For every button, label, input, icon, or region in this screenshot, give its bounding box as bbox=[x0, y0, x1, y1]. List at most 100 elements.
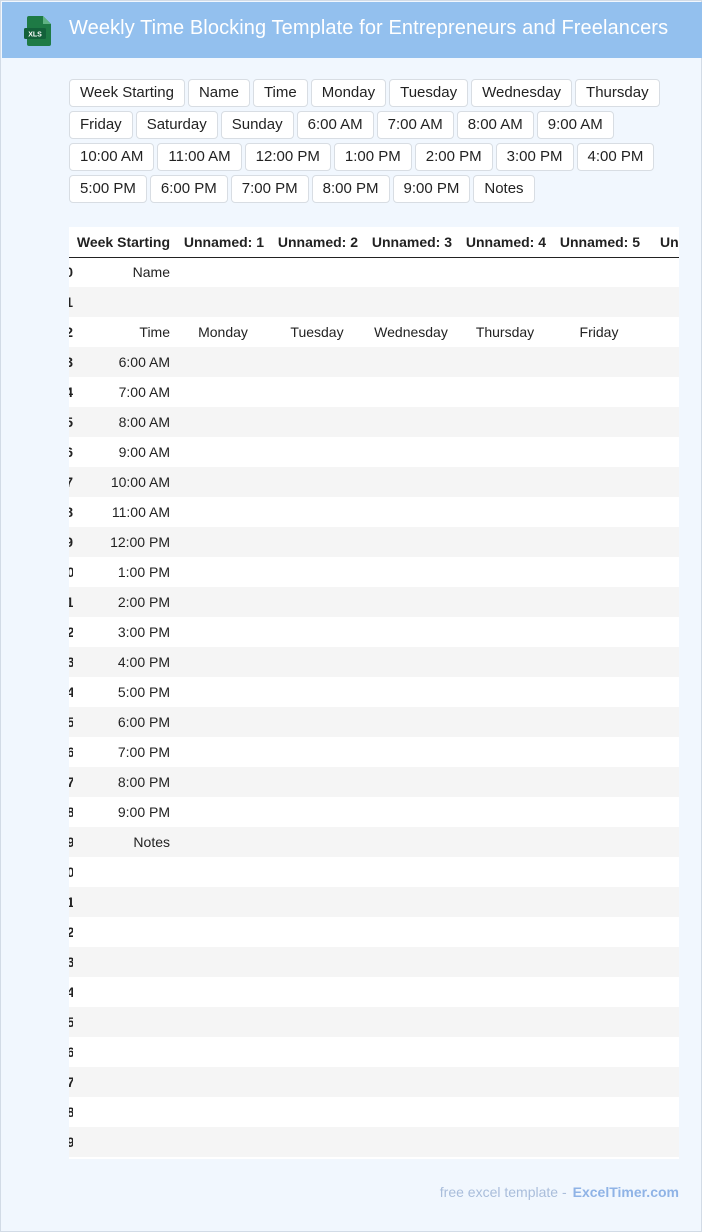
table-cell[interactable] bbox=[552, 407, 646, 437]
table-cell[interactable]: 6:00 PM bbox=[73, 707, 176, 737]
table-cell[interactable] bbox=[364, 647, 458, 677]
table-cell[interactable]: 1:00 PM bbox=[73, 557, 176, 587]
table-cell[interactable] bbox=[270, 707, 364, 737]
table-cell[interactable] bbox=[646, 947, 679, 977]
table-cell[interactable] bbox=[552, 467, 646, 497]
column-chip[interactable]: 2:00 PM bbox=[414, 143, 493, 171]
table-cell[interactable] bbox=[270, 1067, 364, 1097]
table-cell[interactable] bbox=[270, 467, 364, 497]
table-cell[interactable] bbox=[364, 377, 458, 407]
table-cell[interactable] bbox=[458, 737, 552, 767]
table-cell[interactable] bbox=[552, 1097, 646, 1127]
table-cell[interactable] bbox=[646, 527, 679, 557]
column-chip[interactable]: Notes bbox=[473, 175, 535, 203]
column-header[interactable]: Unnamed: 5 bbox=[552, 227, 646, 258]
table-cell[interactable] bbox=[364, 827, 458, 857]
table-cell[interactable] bbox=[73, 1097, 176, 1127]
column-chip[interactable]: Week Starting bbox=[69, 79, 185, 107]
table-cell[interactable] bbox=[176, 827, 270, 857]
table-cell[interactable] bbox=[458, 407, 552, 437]
table-cell[interactable] bbox=[364, 857, 458, 887]
column-header[interactable]: Unnamed: 6 bbox=[646, 227, 679, 258]
table-cell[interactable] bbox=[176, 587, 270, 617]
column-header[interactable]: Unnamed: 3 bbox=[364, 227, 458, 258]
table-cell[interactable] bbox=[364, 917, 458, 947]
table-cell[interactable] bbox=[458, 467, 552, 497]
table-cell[interactable] bbox=[646, 767, 679, 797]
table-cell[interactable] bbox=[646, 437, 679, 467]
column-chip[interactable]: Wednesday bbox=[471, 79, 573, 107]
table-cell[interactable]: 4:00 PM bbox=[73, 647, 176, 677]
table-cell[interactable] bbox=[552, 977, 646, 1007]
table-cell[interactable] bbox=[364, 767, 458, 797]
table-cell[interactable] bbox=[176, 767, 270, 797]
table-cell[interactable] bbox=[646, 677, 679, 707]
table-cell[interactable] bbox=[552, 857, 646, 887]
table-cell[interactable] bbox=[364, 677, 458, 707]
table-cell[interactable] bbox=[270, 1007, 364, 1037]
table-cell[interactable] bbox=[176, 707, 270, 737]
footer-brand-link[interactable]: ExcelTimer.com bbox=[573, 1184, 679, 1200]
column-chip[interactable]: 4:00 PM bbox=[576, 143, 655, 171]
table-cell[interactable]: 12:00 PM bbox=[73, 527, 176, 557]
table-cell[interactable] bbox=[458, 527, 552, 557]
table-cell[interactable] bbox=[270, 347, 364, 377]
table-cell[interactable] bbox=[646, 1127, 679, 1157]
table-cell[interactable] bbox=[646, 977, 679, 1007]
table-cell[interactable] bbox=[458, 947, 552, 977]
table-cell[interactable] bbox=[552, 737, 646, 767]
table-cell[interactable]: 3:00 PM bbox=[73, 617, 176, 647]
table-cell[interactable] bbox=[646, 737, 679, 767]
table-cell[interactable]: Notes bbox=[73, 827, 176, 857]
table-cell[interactable]: Time bbox=[73, 317, 176, 347]
table-cell[interactable] bbox=[646, 857, 679, 887]
column-chip[interactable]: 9:00 PM bbox=[392, 175, 471, 203]
table-cell[interactable] bbox=[176, 677, 270, 707]
table-cell[interactable] bbox=[364, 497, 458, 527]
table-cell[interactable] bbox=[270, 947, 364, 977]
column-header[interactable]: Unnamed: 4 bbox=[458, 227, 552, 258]
table-cell[interactable] bbox=[73, 1067, 176, 1097]
table-cell[interactable] bbox=[176, 1037, 270, 1067]
table-cell[interactable] bbox=[364, 1127, 458, 1157]
column-header[interactable]: Unnamed: 2 bbox=[270, 227, 364, 258]
table-cell[interactable] bbox=[270, 1097, 364, 1127]
table-cell[interactable] bbox=[552, 497, 646, 527]
table-cell[interactable] bbox=[646, 917, 679, 947]
table-cell[interactable] bbox=[552, 947, 646, 977]
table-cell[interactable] bbox=[364, 347, 458, 377]
table-cell[interactable] bbox=[364, 437, 458, 467]
table-cell[interactable] bbox=[270, 377, 364, 407]
table-cell[interactable] bbox=[646, 1097, 679, 1127]
data-table-container[interactable]: Week Starting Unnamed: 1 Unnamed: 2 Unnamed… bbox=[69, 227, 679, 1159]
table-cell[interactable] bbox=[176, 347, 270, 377]
table-cell[interactable] bbox=[552, 887, 646, 917]
table-cell[interactable] bbox=[364, 737, 458, 767]
table-cell[interactable] bbox=[176, 257, 270, 287]
table-cell[interactable] bbox=[176, 737, 270, 767]
column-chip[interactable]: 11:00 AM bbox=[157, 143, 242, 171]
table-cell[interactable] bbox=[458, 1097, 552, 1127]
table-cell[interactable] bbox=[270, 917, 364, 947]
table-cell[interactable] bbox=[458, 647, 552, 677]
table-cell[interactable] bbox=[364, 257, 458, 287]
table-cell[interactable] bbox=[458, 797, 552, 827]
table-cell[interactable] bbox=[646, 377, 679, 407]
column-chip[interactable]: 3:00 PM bbox=[495, 143, 574, 171]
table-cell[interactable] bbox=[73, 947, 176, 977]
table-cell[interactable] bbox=[552, 1127, 646, 1157]
table-cell[interactable] bbox=[646, 1067, 679, 1097]
table-cell[interactable]: Friday bbox=[552, 317, 646, 347]
table-cell[interactable] bbox=[458, 857, 552, 887]
table-cell[interactable] bbox=[646, 797, 679, 827]
table-cell[interactable] bbox=[552, 347, 646, 377]
table-cell[interactable] bbox=[646, 557, 679, 587]
table-cell[interactable] bbox=[270, 677, 364, 707]
table-cell[interactable] bbox=[270, 497, 364, 527]
table-cell[interactable] bbox=[552, 617, 646, 647]
table-cell[interactable] bbox=[364, 1007, 458, 1037]
column-chip[interactable]: Tuesday bbox=[389, 79, 469, 107]
table-cell[interactable] bbox=[270, 767, 364, 797]
table-cell[interactable] bbox=[458, 377, 552, 407]
column-header[interactable]: Week Starting bbox=[73, 227, 176, 258]
